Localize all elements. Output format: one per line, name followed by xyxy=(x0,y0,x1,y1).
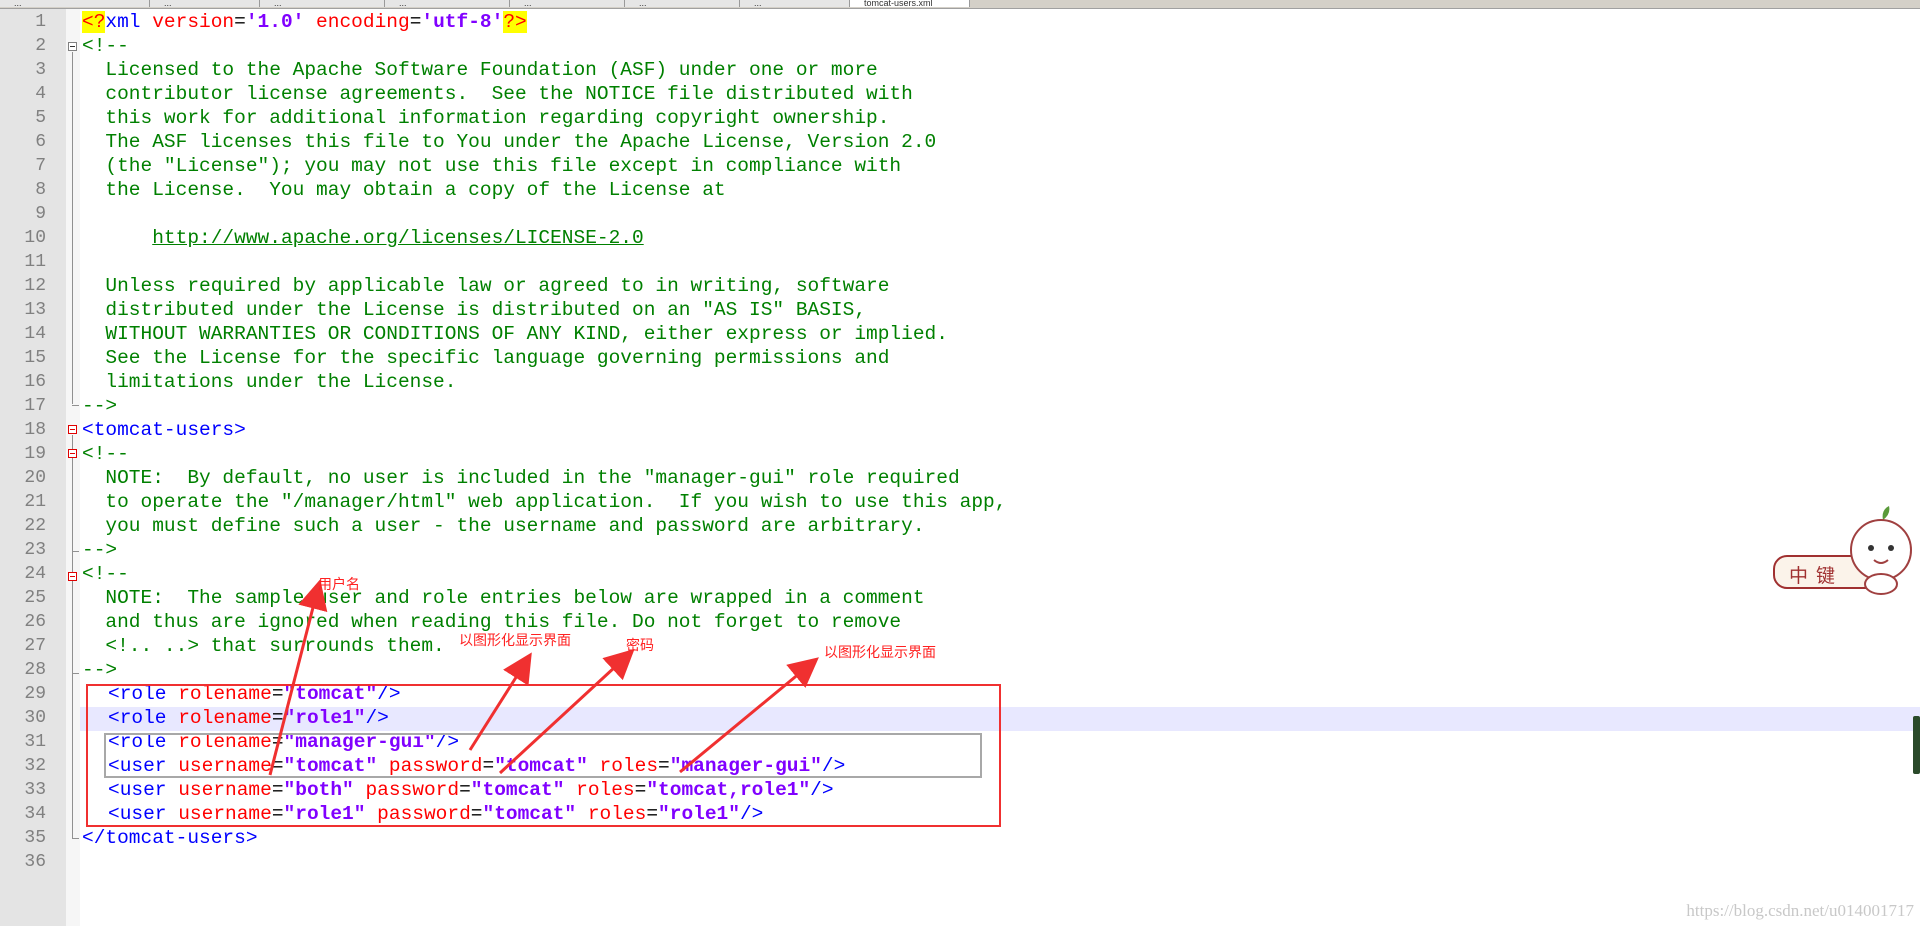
scrollbar-thumb[interactable] xyxy=(1913,716,1920,774)
password-annotation: 密码 xyxy=(626,638,654,654)
manager-gui-arrow xyxy=(468,652,532,751)
username-annotation: 用户名 xyxy=(318,577,360,593)
gui-annotation: 以图形化显示界面 xyxy=(824,645,936,661)
ime-widget[interactable]: 中键 xyxy=(1773,500,1920,598)
annotation-arrows xyxy=(268,579,819,776)
username-arrow xyxy=(268,579,328,776)
roles-arrow xyxy=(679,657,819,774)
gui-annotation: 以图形化显示界面 xyxy=(459,633,571,649)
watermark: https://blog.csdn.net/u014001717 xyxy=(1686,901,1914,920)
ime-mascot-icon xyxy=(1850,506,1912,595)
